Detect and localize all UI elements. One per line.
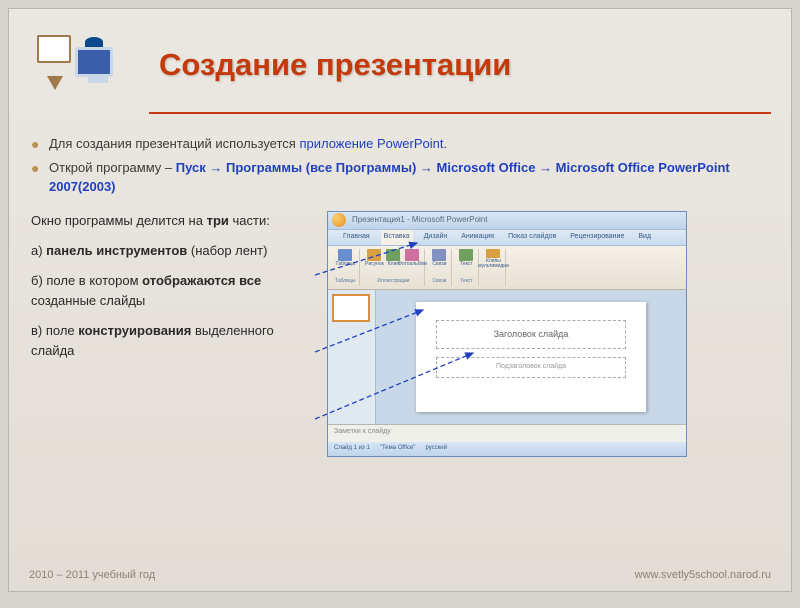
- title-divider: [149, 112, 771, 114]
- bullet-list: Для создания презентаций используется пр…: [31, 134, 769, 197]
- part-a: а) панель инструментов (набор лент): [31, 241, 311, 261]
- pp-ribbon-icon: Связи: [431, 249, 447, 269]
- slide-footer: 2010 – 2011 учебный год www.svetly5schoo…: [9, 569, 791, 581]
- slide-header: Создание презентации: [9, 9, 791, 112]
- pp-ribbon-group: Клипы мультимедиа: [481, 249, 506, 286]
- pp-thumbnail: [332, 294, 370, 322]
- bullet-item: Для создания презентаций используется пр…: [31, 134, 769, 154]
- pp-tab: Показ слайдов: [505, 230, 559, 245]
- pp-status-theme: "Тема Office": [380, 444, 416, 453]
- slide: Создание презентации Для создания презен…: [8, 8, 792, 592]
- pp-status-slide: Слайд 1 из 1: [334, 444, 370, 453]
- pp-tab: Дизайн: [421, 230, 451, 245]
- powerpoint-window: Презентация1 - Microsoft PowerPoint Глав…: [327, 211, 687, 457]
- bullet-item: Открой программу – Пуск → Программы (все…: [31, 158, 769, 197]
- pp-ribbon: ТаблицаТаблицыРисунокКлипФотоальбомИллюс…: [328, 246, 686, 290]
- computer-icon: [75, 47, 121, 89]
- pp-notes-pane: Заметки к слайду: [328, 424, 686, 442]
- pp-slide-area: Заголовок слайда Подзаголовок слайда: [416, 302, 646, 412]
- footer-left: 2010 – 2011 учебный год: [29, 569, 155, 581]
- pp-tab: Анимация: [458, 230, 497, 245]
- pp-ribbon-group: ТекстТекст: [454, 249, 479, 286]
- left-text-column: Окно программы делится на три части: а) …: [31, 211, 311, 457]
- pp-canvas: Заголовок слайда Подзаголовок слайда: [376, 290, 686, 424]
- pp-tab: Вид: [635, 230, 654, 245]
- pp-ribbon-group: ТаблицаТаблицы: [331, 249, 360, 286]
- pp-status-lang: русский: [425, 444, 447, 453]
- bullet-text: Для создания презентаций используется: [49, 136, 299, 151]
- pp-ribbon-group: РисунокКлипФотоальбомИллюстрации: [362, 249, 425, 286]
- pp-tab: Главная: [340, 230, 373, 245]
- bullet-highlight: приложение PowerPoint: [299, 136, 443, 151]
- part-c: в) поле конструирования выделенного слай…: [31, 321, 311, 361]
- pp-body: Заголовок слайда Подзаголовок слайда: [328, 290, 686, 424]
- pp-ribbon-group: СвязиСвязи: [427, 249, 452, 286]
- pp-ribbon-icon: Клипы мультимедиа: [485, 249, 501, 269]
- footer-right: www.svetly5school.narod.ru: [635, 569, 771, 581]
- pp-ribbon-icon: Текст: [458, 249, 474, 269]
- pp-slide-subtitle-placeholder: Подзаголовок слайда: [436, 357, 626, 378]
- office-orb-icon: [332, 213, 346, 227]
- body-row: Окно программы делится на три части: а) …: [31, 211, 769, 457]
- pp-ribbon-icon: Фотоальбом: [404, 249, 420, 269]
- pp-thumbnail-pane: [328, 290, 376, 424]
- slide-title: Создание презентации: [159, 47, 511, 83]
- pp-titlebar: Презентация1 - Microsoft PowerPoint: [328, 212, 686, 230]
- pp-status-bar: Слайд 1 из 1 "Тема Office" русский: [328, 442, 686, 456]
- window-intro: Окно программы делится на три части:: [31, 211, 311, 231]
- part-b: б) поле в котором отображаются все созда…: [31, 271, 311, 311]
- pp-ribbon-tabs: Главная Вставка Дизайн Анимация Показ слайдо…: [328, 230, 686, 246]
- pp-tab: Вставка: [381, 230, 413, 245]
- header-illustration: [29, 27, 129, 102]
- slide-content: Для создания презентаций используется пр…: [9, 126, 791, 457]
- pp-tab: Рецензирование: [567, 230, 627, 245]
- pp-ribbon-icon: Рисунок: [366, 249, 382, 269]
- pp-window-title: Презентация1 - Microsoft PowerPoint: [352, 214, 487, 226]
- pp-slide-title-placeholder: Заголовок слайда: [436, 320, 626, 350]
- bullet-text: Открой программу –: [49, 160, 176, 175]
- easel-icon: [37, 35, 77, 80]
- pp-ribbon-icon: Таблица: [337, 249, 353, 269]
